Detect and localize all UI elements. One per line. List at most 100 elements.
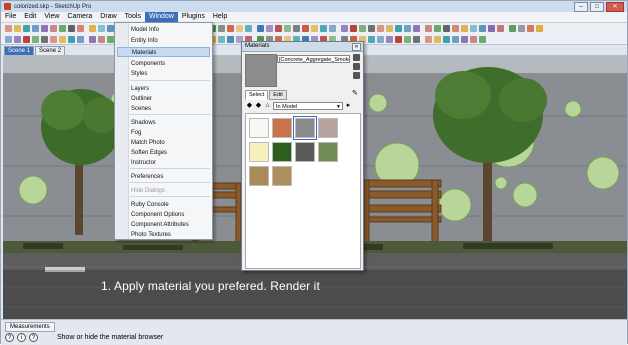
paint-bucket-tool-icon[interactable] xyxy=(23,25,30,32)
orbit-tool-icon[interactable] xyxy=(59,35,66,43)
menu-view[interactable]: View xyxy=(40,12,63,22)
push-pull-tool-icon[interactable] xyxy=(509,25,516,32)
line-tool-icon[interactable] xyxy=(23,35,30,43)
arc-tool-icon[interactable] xyxy=(413,25,420,32)
material-preview-swatch[interactable] xyxy=(245,54,277,87)
eraser-tool-icon[interactable] xyxy=(236,25,243,32)
library-select[interactable]: In Model ▼ xyxy=(273,102,343,110)
sample-paint-dropper-icon[interactable]: ✎ xyxy=(352,90,359,97)
paint-bucket-tool-icon[interactable] xyxy=(461,35,468,43)
tree-material-swatch[interactable] xyxy=(249,118,269,138)
arc-tool-icon[interactable] xyxy=(341,25,348,32)
select-tool-icon[interactable] xyxy=(227,25,234,32)
line-tool-icon[interactable] xyxy=(404,25,411,32)
paint-bucket-tool-icon[interactable] xyxy=(89,35,96,43)
line-tool-icon[interactable] xyxy=(479,25,486,32)
maximize-button[interactable]: □ xyxy=(590,2,604,12)
orbit-tool-icon[interactable] xyxy=(434,35,441,43)
help-icon[interactable]: ? xyxy=(29,333,38,342)
eraser-tool-icon[interactable] xyxy=(227,35,234,43)
orbit-tool-icon[interactable] xyxy=(218,25,225,32)
material-name-field[interactable]: [Concrete_Aggregate_Smoke] xyxy=(277,55,350,63)
minimize-button[interactable]: – xyxy=(574,2,588,12)
push-pull-tool-icon[interactable] xyxy=(359,25,366,32)
line-tool-icon[interactable] xyxy=(329,25,336,32)
select-tool-icon[interactable] xyxy=(77,25,84,32)
measurements-tab[interactable]: Measurements xyxy=(5,322,55,332)
menu-item-component-attributes[interactable]: Component Attributes xyxy=(131,220,189,230)
menu-item-layers[interactable]: Layers xyxy=(131,84,149,94)
foliage-material-swatch[interactable] xyxy=(318,142,338,162)
menu-tools[interactable]: Tools xyxy=(121,12,145,22)
menu-item-photo-textures[interactable]: Photo Textures xyxy=(131,230,171,240)
line-tool-icon[interactable] xyxy=(98,35,105,43)
eraser-tool-icon[interactable] xyxy=(89,25,96,32)
arc-tool-icon[interactable] xyxy=(488,25,495,32)
forward-arrow-icon[interactable]: ◆ xyxy=(255,102,262,110)
orbit-tool-icon[interactable] xyxy=(443,25,450,32)
grass-material-swatch[interactable] xyxy=(272,142,292,162)
menu-file[interactable]: File xyxy=(1,12,20,22)
rectangle-tool-icon[interactable] xyxy=(41,35,48,43)
orbit-tool-icon[interactable] xyxy=(368,25,375,32)
eraser-tool-icon[interactable] xyxy=(311,25,318,32)
terracotta-material-swatch[interactable] xyxy=(272,118,292,138)
paint-bucket-tool-icon[interactable] xyxy=(470,25,477,32)
select-tool-icon[interactable] xyxy=(527,25,534,32)
bird-material-swatch-1[interactable] xyxy=(249,166,269,186)
home-icon[interactable]: ⌂ xyxy=(264,102,271,110)
eraser-tool-icon[interactable] xyxy=(452,35,459,43)
menu-item-shadows[interactable]: Shadows xyxy=(131,118,156,128)
menu-camera[interactable]: Camera xyxy=(63,12,96,22)
menu-edit[interactable]: Edit xyxy=(20,12,40,22)
arc-tool-icon[interactable] xyxy=(107,35,114,43)
menu-item-styles[interactable]: Styles xyxy=(131,69,147,79)
arc-tool-icon[interactable] xyxy=(404,35,411,43)
arc-tool-icon[interactable] xyxy=(41,25,48,32)
push-pull-tool-icon[interactable] xyxy=(434,25,441,32)
select-tool-icon[interactable] xyxy=(443,35,450,43)
eraser-tool-icon[interactable] xyxy=(386,25,393,32)
rectangle-tool-icon[interactable] xyxy=(497,25,504,32)
tab-edit[interactable]: Edit xyxy=(269,90,287,100)
rectangle-tool-icon[interactable] xyxy=(275,25,282,32)
menu-item-scenes[interactable]: Scenes xyxy=(131,104,151,114)
line-tool-icon[interactable] xyxy=(32,25,39,32)
cream-material-swatch[interactable] xyxy=(249,142,269,162)
materials-title-bar[interactable]: Materials ✕ xyxy=(242,42,363,52)
rectangle-tool-icon[interactable] xyxy=(350,25,357,32)
select-tool-icon[interactable] xyxy=(302,25,309,32)
eraser-tool-icon[interactable] xyxy=(77,35,84,43)
paint-bucket-tool-icon[interactable] xyxy=(395,25,402,32)
eraser-tool-icon[interactable] xyxy=(461,25,468,32)
menu-item-instructor[interactable]: Instructor xyxy=(131,158,156,168)
line-tool-icon[interactable] xyxy=(470,35,477,43)
arc-tool-icon[interactable] xyxy=(266,25,273,32)
menu-plugins[interactable]: Plugins xyxy=(178,12,209,22)
eraser-tool-icon[interactable] xyxy=(536,25,543,32)
create-material-icon[interactable] xyxy=(353,63,360,70)
orbit-tool-icon[interactable] xyxy=(68,25,75,32)
menu-item-match-photo[interactable]: Match Photo xyxy=(131,138,165,148)
arc-tool-icon[interactable] xyxy=(479,35,486,43)
rectangle-tool-icon[interactable] xyxy=(413,35,420,43)
back-arrow-icon[interactable]: ◆ xyxy=(246,102,253,110)
paint-bucket-tool-icon[interactable] xyxy=(245,25,252,32)
dark-gray-material-swatch[interactable] xyxy=(295,142,315,162)
line-tool-icon[interactable] xyxy=(257,25,264,32)
rectangle-tool-icon[interactable] xyxy=(50,25,57,32)
eraser-tool-icon[interactable] xyxy=(377,35,384,43)
menu-item-entity-info[interactable]: Entity Info xyxy=(131,36,158,46)
close-button[interactable]: ✕ xyxy=(606,2,624,12)
select-tool-icon[interactable] xyxy=(5,25,12,32)
paint-bucket-tool-icon[interactable] xyxy=(320,25,327,32)
paint-bucket-tool-icon[interactable] xyxy=(98,25,105,32)
menu-item-preferences[interactable]: Preferences xyxy=(131,172,163,182)
menu-item-components[interactable]: Components xyxy=(131,59,165,69)
credits-icon[interactable]: i xyxy=(17,333,26,342)
push-pull-tool-icon[interactable] xyxy=(59,25,66,32)
details-arrow-icon[interactable]: ▸ xyxy=(345,102,352,110)
select-tool-icon[interactable] xyxy=(452,25,459,32)
menu-item-component-options[interactable]: Component Options xyxy=(131,210,184,220)
select-tool-icon[interactable] xyxy=(68,35,75,43)
